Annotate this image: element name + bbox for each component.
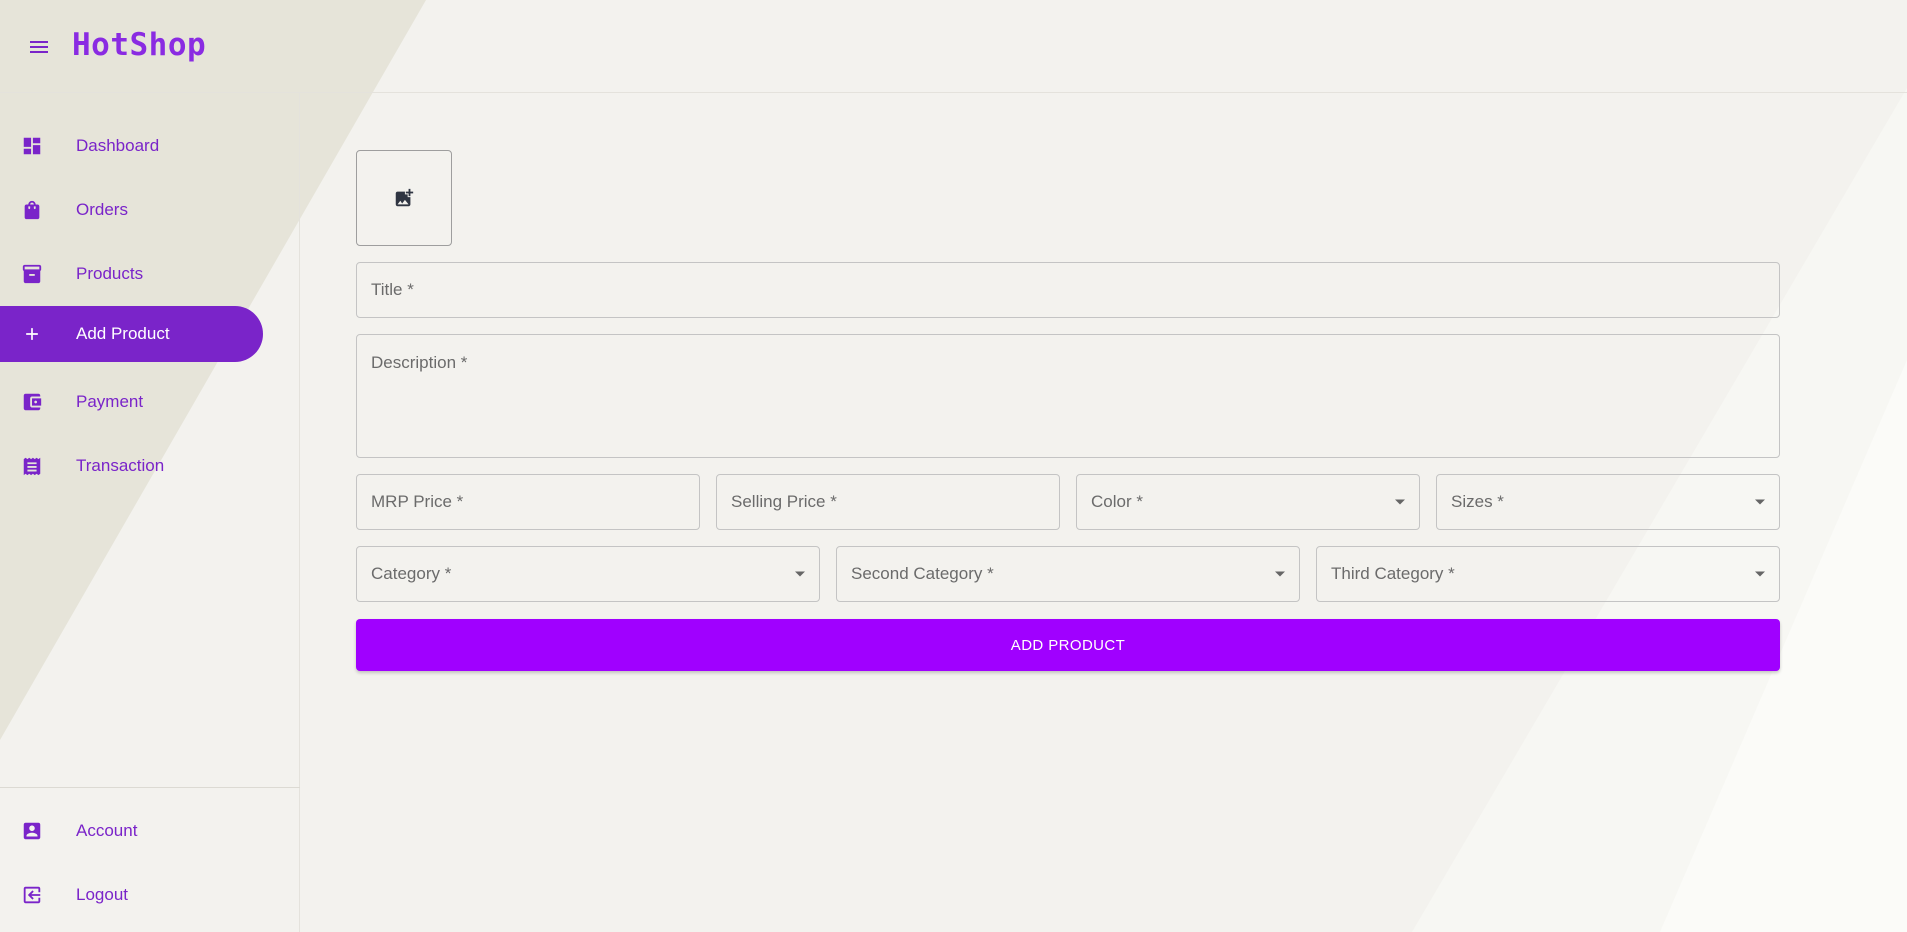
sidebar-item-logout[interactable]: Logout — [0, 867, 263, 923]
category-select[interactable]: Category * — [356, 546, 820, 602]
color-select-label: Color * — [1091, 492, 1143, 511]
title-input[interactable] — [356, 262, 1780, 318]
sidebar-item-label: Logout — [76, 885, 128, 904]
add-icon — [20, 322, 44, 346]
sidebar-item-label: Payment — [76, 392, 144, 411]
color-select[interactable]: Color * — [1076, 474, 1420, 530]
third-category-select-label: Third Category * — [1331, 564, 1455, 583]
sidebar-item-products[interactable]: Products — [0, 246, 263, 302]
add-product-button[interactable]: ADD PRODUCT — [356, 619, 1780, 671]
sidebar-item-label: Dashboard — [76, 136, 160, 155]
mrp-price-input[interactable] — [356, 474, 700, 530]
sidebar-item-account[interactable]: Account — [0, 803, 263, 859]
receipt-icon — [20, 454, 44, 478]
chevron-down-icon — [1755, 571, 1765, 577]
add-photo-icon — [395, 188, 414, 207]
sidebar-item-label: Products — [76, 264, 144, 283]
sizes-select[interactable]: Sizes * — [1436, 474, 1780, 530]
sidebar-item-payment[interactable]: Payment — [0, 374, 263, 430]
second-category-select[interactable]: Second Category * — [836, 546, 1300, 602]
third-category-select[interactable]: Third Category * — [1316, 546, 1780, 602]
chevron-down-icon — [1395, 499, 1405, 505]
chevron-down-icon — [1755, 499, 1765, 505]
inventory-icon — [20, 262, 44, 286]
second-category-select-label: Second Category * — [851, 564, 994, 583]
top-bar: HotShop — [0, 0, 1907, 93]
sizes-select-label: Sizes * — [1451, 492, 1504, 511]
wallet-icon — [20, 390, 44, 414]
sidebar-item-orders[interactable]: Orders — [0, 182, 263, 238]
brand-logo[interactable]: HotShop — [72, 27, 206, 63]
dashboard-icon — [20, 134, 44, 158]
selling-price-input[interactable] — [716, 474, 1060, 530]
sidebar-divider — [0, 787, 300, 788]
sidebar: Dashboard Orders Products Add Product Pa… — [0, 93, 300, 932]
chevron-down-icon — [795, 571, 805, 577]
chevron-down-icon — [1275, 571, 1285, 577]
sidebar-item-label: Add Product — [76, 324, 170, 343]
sidebar-item-label: Account — [76, 821, 138, 840]
category-select-label: Category * — [371, 564, 452, 583]
description-input[interactable] — [356, 334, 1780, 458]
add-product-form: Color * Sizes * Category * Second Catego… — [300, 93, 1907, 932]
menu-button[interactable] — [26, 36, 52, 58]
shopping-bag-icon — [20, 198, 44, 222]
sidebar-item-label: Orders — [76, 200, 128, 219]
sidebar-item-add-product[interactable]: Add Product — [0, 306, 263, 362]
logout-icon — [20, 883, 44, 907]
sidebar-item-label: Transaction — [76, 456, 165, 475]
hamburger-menu-icon — [30, 41, 48, 53]
sidebar-item-dashboard[interactable]: Dashboard — [0, 118, 263, 174]
image-upload-button[interactable] — [356, 150, 452, 246]
account-box-icon — [20, 819, 44, 843]
sidebar-item-transaction[interactable]: Transaction — [0, 438, 263, 494]
